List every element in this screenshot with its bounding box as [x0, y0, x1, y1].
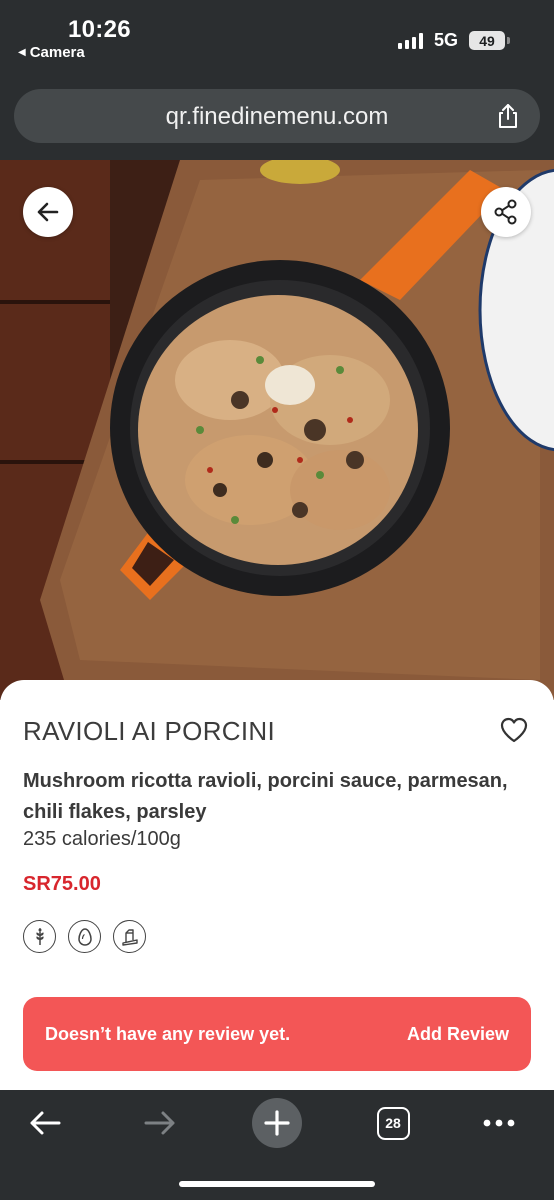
add-review-button[interactable]: Add Review — [407, 1024, 509, 1045]
signal-icon — [398, 33, 423, 49]
clock: 10:26 — [68, 16, 131, 43]
new-tab-button[interactable] — [252, 1098, 302, 1148]
share-nodes-icon — [494, 199, 517, 225]
share-icon[interactable] — [494, 102, 522, 130]
address-bar[interactable]: qr.finedinemenu.com — [14, 89, 540, 143]
heart-icon[interactable] — [499, 716, 529, 744]
dish-illustration — [0, 160, 554, 700]
tab-count: 28 — [376, 1106, 410, 1140]
battery-tip — [507, 37, 510, 44]
item-details-card: RAVIOLI AI PORCINI Mushroom ricotta ravi… — [0, 680, 554, 1090]
battery-icon: 49 — [469, 31, 505, 50]
item-price: SR75.00 — [23, 873, 101, 895]
browser-forward-button[interactable] — [135, 1098, 185, 1148]
back-to-app-link[interactable]: ◀ Camera — [18, 44, 85, 61]
browser-back-button[interactable] — [20, 1098, 70, 1148]
review-banner[interactable]: Doesn’t have any review yet. Add Review — [23, 997, 531, 1071]
item-description: Mushroom ricotta ravioli, porcini sauce,… — [23, 770, 508, 823]
milk-icon — [113, 920, 146, 953]
plus-icon — [264, 1110, 290, 1136]
browser-toolbar: 28 — [0, 1090, 554, 1200]
browser-address-area: qr.finedinemenu.com — [0, 70, 554, 160]
back-button[interactable] — [23, 187, 73, 237]
egg-icon — [68, 920, 101, 953]
review-status-text: Doesn’t have any review yet. — [45, 1023, 291, 1044]
arrow-left-icon — [30, 1111, 61, 1135]
allergen-list — [23, 920, 146, 953]
back-app-label: Camera — [29, 44, 85, 61]
url-text[interactable]: qr.finedinemenu.com — [14, 103, 540, 131]
ellipsis-icon — [483, 1119, 515, 1127]
status-bar: 10:26 ◀ Camera 5G 49 — [0, 0, 554, 70]
home-indicator[interactable] — [179, 1181, 375, 1187]
arrow-right-icon — [144, 1111, 175, 1135]
arrow-left-icon — [37, 202, 59, 222]
share-button[interactable] — [481, 187, 531, 237]
item-calories: 235 calories/100g — [23, 828, 181, 850]
network-type: 5G — [434, 30, 459, 50]
wheat-icon — [23, 920, 56, 953]
back-triangle-icon: ◀ — [18, 47, 26, 58]
item-title: RAVIOLI AI PORCINI — [23, 716, 275, 746]
tabs-button[interactable]: 28 — [368, 1098, 418, 1148]
more-menu-button[interactable] — [474, 1098, 524, 1148]
dish-photo — [0, 160, 554, 700]
